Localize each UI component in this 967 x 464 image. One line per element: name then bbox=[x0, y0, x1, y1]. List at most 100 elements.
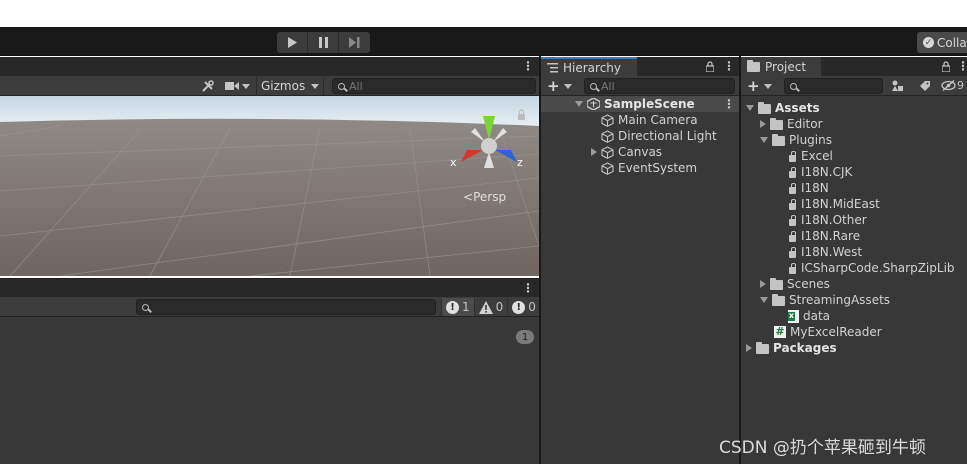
check-circle-icon: ✓ bbox=[923, 37, 934, 48]
axis-z-label: z bbox=[517, 156, 523, 169]
tree-item-streaming-assets[interactable]: StreamingAssets bbox=[760, 292, 890, 308]
project-tab-label: Project bbox=[765, 59, 807, 74]
tab-project[interactable]: Project bbox=[741, 57, 821, 76]
console-search-input[interactable] bbox=[136, 299, 436, 315]
camera-dropdown[interactable] bbox=[222, 77, 252, 95]
create-dropdown[interactable]: + bbox=[547, 77, 572, 95]
tree-item-directional-light[interactable]: Directional Light bbox=[591, 128, 717, 144]
expand-arrow-icon[interactable] bbox=[746, 105, 754, 111]
tree-item-main-camera[interactable]: Main Camera bbox=[591, 112, 698, 128]
project-search-input[interactable] bbox=[784, 78, 883, 94]
scene-viewport[interactable]: x z bbox=[0, 96, 539, 276]
hidden-count: 9 bbox=[957, 79, 964, 92]
hidden-packages-toggle[interactable]: 9 bbox=[941, 79, 964, 92]
tree-item-event-system[interactable]: EventSystem bbox=[591, 160, 697, 176]
create-dropdown[interactable]: + bbox=[747, 77, 772, 95]
folder-icon bbox=[756, 341, 769, 354]
expand-arrow-icon[interactable] bbox=[760, 297, 768, 303]
assembly-icon bbox=[788, 166, 797, 178]
console-tab-bar: ⋮ bbox=[0, 278, 539, 297]
lock-icon[interactable] bbox=[706, 61, 714, 72]
step-button[interactable] bbox=[339, 32, 370, 53]
scene-search-placeholder: All bbox=[349, 79, 363, 93]
projection-toggle[interactable]: <Persp bbox=[463, 190, 506, 204]
tree-item-sharpziplib[interactable]: ICSharpCode.SharpZipLib bbox=[788, 260, 955, 276]
tree-item-canvas[interactable]: Canvas bbox=[591, 144, 662, 160]
plus-icon: + bbox=[747, 77, 760, 95]
tree-item-label: Main Camera bbox=[618, 113, 698, 127]
folder-icon bbox=[747, 60, 760, 72]
project-tree: Assets Editor Plugins Excel I18N.CJK I18… bbox=[741, 96, 967, 464]
expand-arrow-icon[interactable] bbox=[591, 148, 597, 156]
log-count: 1 bbox=[462, 300, 470, 314]
assembly-icon bbox=[788, 150, 797, 162]
expand-arrow-icon[interactable] bbox=[760, 137, 768, 143]
chevron-down-icon bbox=[563, 83, 572, 89]
lock-icon[interactable] bbox=[942, 61, 950, 72]
tree-item-label: EventSystem bbox=[618, 161, 698, 175]
hierarchy-menu-icon[interactable]: ⋮ bbox=[723, 60, 735, 72]
gameobject-cube-icon bbox=[601, 145, 614, 159]
pause-button[interactable] bbox=[308, 32, 339, 53]
tab-hierarchy[interactable]: Hierarchy bbox=[541, 57, 637, 76]
expand-arrow-icon[interactable] bbox=[575, 101, 583, 107]
scene-search-input[interactable]: All bbox=[332, 78, 536, 94]
search-icon bbox=[790, 82, 797, 90]
expand-arrow-icon[interactable] bbox=[746, 344, 752, 352]
unity-scene-icon bbox=[587, 98, 600, 110]
tree-item-scene[interactable]: SampleScene bbox=[575, 96, 695, 112]
folder-icon bbox=[758, 101, 771, 114]
tree-item-i18n-rare[interactable]: I18N.Rare bbox=[788, 228, 860, 244]
folder-icon bbox=[772, 133, 785, 146]
console-counts: ! 1 0 ! 0 bbox=[441, 298, 540, 316]
gameobject-cube-icon bbox=[601, 113, 614, 127]
folder-icon bbox=[770, 277, 783, 290]
expand-arrow-icon[interactable] bbox=[760, 120, 766, 128]
plus-icon: + bbox=[547, 77, 560, 95]
tools-wrench-icon[interactable] bbox=[196, 77, 218, 95]
error-count-toggle[interactable]: ! 0 bbox=[507, 298, 540, 316]
scene-toolbar: Gizmos All bbox=[0, 76, 539, 96]
search-icon bbox=[142, 303, 149, 311]
collab-button[interactable]: ✓ Colla bbox=[917, 32, 967, 53]
chevron-down-icon bbox=[241, 83, 250, 89]
persp-icon: < bbox=[463, 190, 474, 204]
play-button[interactable] bbox=[277, 32, 308, 53]
gizmos-label: Gizmos bbox=[261, 79, 306, 93]
tree-item-editor[interactable]: Editor bbox=[760, 116, 823, 132]
warning-count-toggle[interactable]: 0 bbox=[473, 298, 508, 316]
tree-item-packages[interactable]: Packages bbox=[746, 340, 837, 356]
tree-item-i18n-other[interactable]: I18N.Other bbox=[788, 212, 867, 228]
scene-panel-menu-icon[interactable]: ⋮ bbox=[522, 60, 534, 72]
error-icon: ! bbox=[512, 300, 526, 314]
search-by-type-icon[interactable] bbox=[892, 80, 904, 92]
excel-file-icon bbox=[788, 309, 799, 323]
project-tab-bar: Project ⋮ bbox=[741, 57, 967, 76]
search-icon bbox=[338, 82, 345, 90]
tree-item-scenes[interactable]: Scenes bbox=[760, 276, 830, 292]
expand-arrow-icon[interactable] bbox=[760, 280, 766, 288]
tree-item-plugins[interactable]: Plugins bbox=[760, 132, 832, 148]
tree-item-excel[interactable]: Excel bbox=[788, 148, 833, 164]
label-tag-icon[interactable] bbox=[919, 80, 931, 92]
tree-item-my-excel-reader[interactable]: # MyExcelReader bbox=[774, 324, 882, 340]
project-menu-icon[interactable]: ⋮ bbox=[957, 60, 967, 72]
console-panel-menu-icon[interactable]: ⋮ bbox=[522, 282, 534, 294]
console-log-area[interactable]: 1 bbox=[0, 317, 539, 464]
tree-item-i18n-cjk[interactable]: I18N.CJK bbox=[788, 164, 852, 180]
project-toolbar: + 9 bbox=[741, 76, 967, 96]
watermark-text: CSDN @扔个苹果砸到牛顿 bbox=[719, 438, 926, 458]
gizmos-dropdown[interactable]: Gizmos bbox=[256, 77, 325, 95]
gameobject-cube-icon bbox=[601, 129, 614, 143]
log-count-toggle[interactable]: ! 1 bbox=[441, 298, 474, 316]
collapse-count-badge: 1 bbox=[516, 330, 534, 344]
tree-item-i18n-west[interactable]: I18N.West bbox=[788, 244, 862, 260]
assembly-icon bbox=[788, 230, 797, 242]
tree-item-data[interactable]: data bbox=[788, 308, 830, 324]
tree-item-assets[interactable]: Assets bbox=[746, 100, 820, 116]
info-icon: ! bbox=[446, 300, 459, 314]
tree-item-i18n[interactable]: I18N bbox=[788, 180, 829, 196]
scene-menu-icon[interactable]: ⋮ bbox=[723, 98, 735, 110]
tree-item-i18n-mideast[interactable]: I18N.MidEast bbox=[788, 196, 880, 212]
hierarchy-search-input[interactable]: All bbox=[584, 78, 735, 94]
